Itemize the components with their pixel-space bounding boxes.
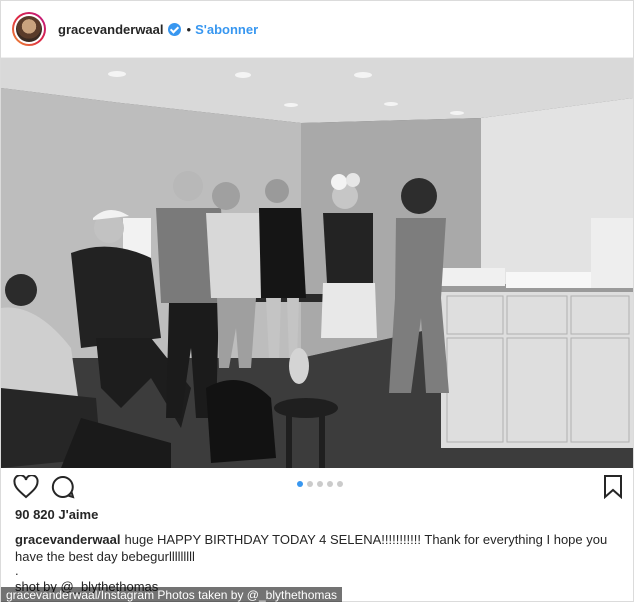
carousel-dot[interactable]	[297, 481, 303, 487]
carousel-dot[interactable]	[307, 481, 313, 487]
carousel-indicator	[297, 481, 343, 487]
caption: gracevanderwaal huge HAPPY BIRTHDAY TODAY…	[15, 531, 620, 565]
photo-credit: gracevanderwaal/Instagram Photos taken b…	[1, 587, 343, 602]
pizza-box	[506, 272, 596, 288]
photo-illustration	[1, 58, 633, 468]
carousel-dot[interactable]	[317, 481, 323, 487]
avatar-inner	[14, 14, 44, 44]
dog	[289, 348, 309, 384]
bookmark-icon[interactable]	[603, 475, 623, 504]
follow-button[interactable]: S'abonner	[195, 22, 258, 37]
carousel-dot[interactable]	[327, 481, 333, 487]
caption-username[interactable]: gracevanderwaal	[15, 532, 121, 547]
likes-count[interactable]: 90 820 J'aime	[15, 507, 98, 522]
stool-leg	[319, 413, 325, 468]
stool-leg	[286, 413, 292, 468]
cabinets	[441, 288, 633, 448]
heart-icon[interactable]	[13, 474, 39, 504]
username-link[interactable]: gracevanderwaal	[58, 22, 164, 37]
pizza-box	[441, 268, 505, 286]
header-separator: •	[186, 21, 192, 37]
caption-dot: .	[15, 563, 19, 578]
avatar-image	[16, 16, 42, 42]
action-bar	[1, 471, 633, 503]
verified-badge-icon	[167, 22, 181, 36]
avatar[interactable]	[12, 12, 46, 46]
monitor	[591, 218, 633, 288]
post-photo[interactable]	[1, 58, 633, 468]
instagram-post: gracevanderwaal • S'abonner 90 820 J'aim…	[0, 0, 634, 602]
comment-icon[interactable]	[51, 475, 75, 504]
carousel-dot[interactable]	[337, 481, 343, 487]
post-header: gracevanderwaal • S'abonner	[1, 1, 633, 58]
stool	[274, 398, 338, 418]
